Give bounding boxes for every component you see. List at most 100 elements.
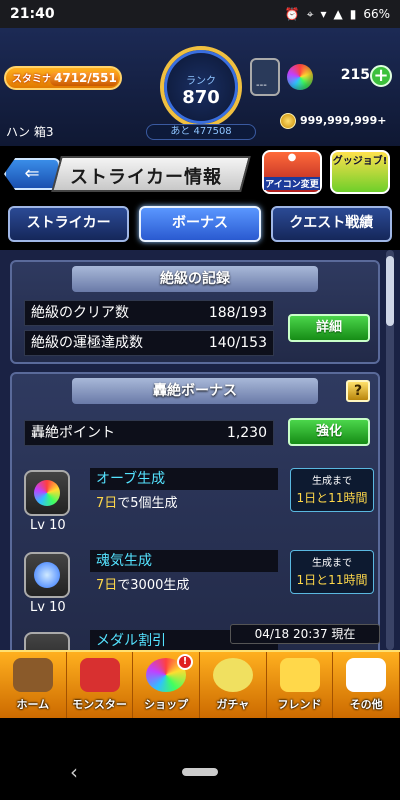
lock-icon[interactable]: --- xyxy=(250,58,280,96)
wifi-icon: ▾ xyxy=(320,7,327,21)
soul-generate-icon xyxy=(24,552,70,598)
house-icon xyxy=(12,658,53,692)
bonus-timer: 生成まで 1日と11時間 xyxy=(290,468,374,512)
stamina-value: 4712/551 xyxy=(54,71,117,85)
help-button[interactable]: ? xyxy=(346,380,370,402)
record-row: 絶級のクリア数 188/193 xyxy=(24,300,274,326)
nav-home-label: ホーム xyxy=(16,698,50,711)
stamina-label: スタミナ xyxy=(12,74,52,85)
points-value: 1,230 xyxy=(226,425,267,441)
game-header: スタミナ 4712/551 ランク 870 あと 477508 --- 215 … xyxy=(0,28,400,146)
android-home-button[interactable] xyxy=(182,768,218,776)
status-bar: 21:40 ⏰ ⌖ ▾ ▲ ▮ 66% xyxy=(0,0,400,28)
upgrade-button[interactable]: 強化 xyxy=(288,418,370,446)
bonus-name: 魂気生成 xyxy=(90,550,278,572)
android-nav-bar: ‹ xyxy=(0,718,400,800)
record-value: 188/193 xyxy=(208,305,267,321)
bottom-nav: ホーム モンスター ! ショップ ガチャ フレンド その他 xyxy=(0,650,400,718)
bonus-item[interactable]: Lv 10 オーブ生成 7日で5個生成 生成まで 1日と11時間 xyxy=(12,468,382,540)
bonus-timer-value: 1日と11時間 xyxy=(296,491,368,505)
scrollbar[interactable] xyxy=(386,250,394,650)
gacha-egg-icon xyxy=(212,658,253,692)
alarm-icon: ⏰ xyxy=(284,7,300,21)
scroll-thumb[interactable] xyxy=(386,256,394,326)
monster-icon xyxy=(79,658,120,692)
medal-discount-icon xyxy=(24,632,70,650)
nav-monster[interactable]: モンスター xyxy=(67,652,134,718)
tab-bar: ストライカー ボーナス クエスト戦績 xyxy=(8,206,392,242)
bonus-content[interactable]: 絶級の記録 絶級のクリア数 188/193 絶級の運極達成数 140/153 詳… xyxy=(0,250,400,650)
good-job-button[interactable]: グッジョブ! xyxy=(330,150,390,194)
rank-badge[interactable]: ランク 870 xyxy=(160,46,242,128)
friends-icon xyxy=(279,658,320,692)
bonus-title: 轟絶ボーナス xyxy=(72,378,318,404)
rank-next-exp: あと 477508 xyxy=(146,124,256,140)
username: ハン 箱3 xyxy=(6,125,54,139)
coin-icon xyxy=(280,113,296,129)
bonus-desc-text: で3000生成 xyxy=(117,578,190,593)
bonus-desc-highlight: 7日 xyxy=(96,578,118,593)
nav-home[interactable]: ホーム xyxy=(0,652,67,718)
detail-button[interactable]: 詳細 xyxy=(288,314,370,342)
bonus-name: オーブ生成 xyxy=(90,468,278,490)
rank-label: ランク xyxy=(186,76,216,87)
records-panel: 絶級の記録 絶級のクリア数 188/193 絶級の運極達成数 140/153 詳… xyxy=(10,260,380,364)
signal-icon: ▲ xyxy=(333,7,343,21)
orb-count: 215 xyxy=(340,67,370,83)
location-icon: ⌖ xyxy=(306,6,314,21)
bonus-item[interactable]: Lv 10 魂気生成 7日で3000生成 生成まで 1日と11時間 xyxy=(12,550,382,622)
nav-shop-label: ショップ xyxy=(144,698,189,711)
change-icon-label: アイコン変更 xyxy=(264,177,320,190)
stamina-meter[interactable]: スタミナ 4712/551 xyxy=(4,66,122,90)
nav-other[interactable]: その他 xyxy=(333,652,400,718)
bonus-timer-label: 生成まで xyxy=(312,558,352,569)
bonus-desc-text: で5個生成 xyxy=(117,496,178,511)
data-timestamp: 04/18 20:37 現在 xyxy=(230,624,380,644)
nav-friend[interactable]: フレンド xyxy=(267,652,334,718)
lock-label: --- xyxy=(256,80,267,91)
points-label: 轟絶ポイント xyxy=(31,425,115,441)
back-arrow-icon: ⇐ xyxy=(24,163,40,184)
bonus-desc: 7日で3000生成 xyxy=(96,574,189,593)
bonus-timer-value: 1日と11時間 xyxy=(296,573,368,587)
good-job-label: グッジョブ! xyxy=(332,156,388,167)
records-title: 絶級の記録 xyxy=(72,266,318,292)
nav-shop[interactable]: ! ショップ xyxy=(133,652,201,718)
bonus-desc-highlight: 7日 xyxy=(96,496,118,511)
orb-generate-icon xyxy=(24,470,70,516)
bonus-level: Lv 10 xyxy=(30,600,66,615)
tab-bonus[interactable]: ボーナス xyxy=(139,206,261,242)
nav-gacha-label: ガチャ xyxy=(216,698,250,711)
battery-percent: 66% xyxy=(363,7,390,21)
rank-value: 870 xyxy=(182,87,220,108)
tab-quest-record[interactable]: クエスト戦績 xyxy=(270,206,392,242)
buy-orb-button[interactable]: + xyxy=(370,65,392,87)
bonus-timer-label: 生成まで xyxy=(312,476,352,487)
record-label: 絶級の運極達成数 xyxy=(31,335,143,351)
nav-friend-label: フレンド xyxy=(277,698,322,711)
clock: 21:40 xyxy=(10,6,55,22)
bonus-desc: 7日で5個生成 xyxy=(96,492,178,511)
tab-striker[interactable]: ストライカー xyxy=(8,206,130,242)
notification-badge: ! xyxy=(177,654,194,670)
record-value: 140/153 xyxy=(208,335,267,351)
record-label: 絶級のクリア数 xyxy=(31,305,129,321)
nav-gacha[interactable]: ガチャ xyxy=(200,652,267,718)
battery-icon: ▮ xyxy=(349,7,357,21)
bonus-panel: 轟絶ボーナス ? 轟絶ポイント 1,230 強化 Lv 10 オーブ生成 7日で… xyxy=(10,372,380,650)
change-icon-button[interactable]: ● アイコン変更 xyxy=(262,150,322,194)
more-icon xyxy=(346,658,387,692)
status-icons: ⏰ ⌖ ▾ ▲ ▮ 66% xyxy=(285,7,390,22)
points-row: 轟絶ポイント 1,230 xyxy=(24,420,274,446)
nav-monster-label: モンスター xyxy=(72,698,127,711)
back-button[interactable]: ⇐ xyxy=(4,158,60,190)
record-row: 絶級の運極達成数 140/153 xyxy=(24,330,274,356)
bonus-level: Lv 10 xyxy=(30,518,66,533)
orb-gem-icon xyxy=(34,480,60,506)
nav-other-label: その他 xyxy=(349,698,383,711)
page-title: ストライカー情報 xyxy=(70,167,222,188)
flame-icon: ● xyxy=(287,152,297,163)
orb-icon xyxy=(287,64,313,90)
android-back-button[interactable]: ‹ xyxy=(70,760,78,784)
coin-count: 999,999,999+ xyxy=(300,114,387,127)
